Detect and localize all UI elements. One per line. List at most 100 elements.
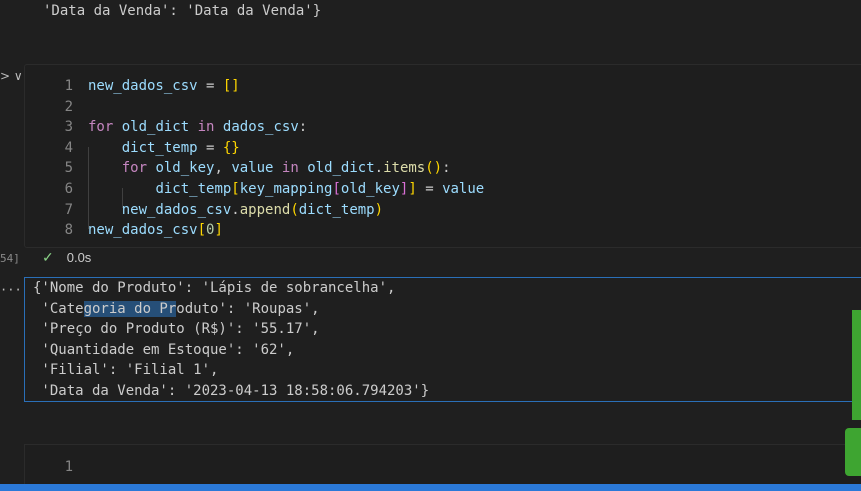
line-number: 3 xyxy=(64,119,73,136)
code-line[interactable]: 6 dict_temp[key_mapping[old_key]] = valu… xyxy=(25,179,861,200)
code-token: {} xyxy=(222,139,240,156)
code-token: dict_temp xyxy=(298,201,375,218)
code-token: = xyxy=(416,180,443,197)
code-line[interactable]: 3 for old_dict in dados_csv: xyxy=(25,117,861,138)
code-text: dict_temp[key_mapping[old_key]] = value xyxy=(88,179,484,200)
code-line[interactable]: 1 new_dados_csv = [] xyxy=(25,76,861,97)
code-token: : xyxy=(442,160,451,177)
code-token: ) xyxy=(374,201,384,218)
output-text: {'Nome do Produto': 'Lápis de sobrancelh… xyxy=(33,278,429,402)
next-code-cell[interactable]: 1 xyxy=(24,444,861,486)
code-token: value xyxy=(442,180,485,197)
output-segment: {'Nome do Produto': 'Lápis de sobrancelh… xyxy=(33,280,396,296)
code-text: new_dados_csv.append(dict_temp) xyxy=(88,200,383,221)
overlay-marker xyxy=(852,310,861,420)
code-token: ] xyxy=(214,222,223,239)
line-number: 7 xyxy=(64,201,73,218)
output-segment: 'Quantidade em Estoque': '62', xyxy=(33,341,295,358)
code-token: dados_csv xyxy=(222,119,299,136)
output-segment: 'Preço do Produto (R$)': '55.17', xyxy=(33,321,320,338)
cell-output[interactable]: {'Nome do Produto': 'Lápis de sobrancelh… xyxy=(24,277,861,402)
output-line: {'Nome do Produto': 'Lápis de sobrancelh… xyxy=(33,278,429,299)
previous-output-tail: 'Data da Venda': 'Data da Venda'} xyxy=(43,3,322,19)
code-token: . xyxy=(231,201,240,218)
code-token: () xyxy=(425,160,443,177)
output-segment: 'Data da Venda': '2023-04-13 18:58:06.79… xyxy=(33,382,430,399)
output-line: 'Quantidade em Estoque': '62', xyxy=(33,340,429,361)
code-token: old_key xyxy=(155,160,215,177)
code-text: for old_dict in dados_csv: xyxy=(88,117,307,138)
code-line[interactable]: 2 xyxy=(25,97,861,118)
execution-status: ✓ 0.0s xyxy=(42,248,91,266)
line-number: 4 xyxy=(64,139,73,156)
selected-text: goria do Pr xyxy=(83,300,177,317)
code-token: : xyxy=(298,119,308,136)
line-number: 6 xyxy=(64,180,73,197)
code-token: in xyxy=(197,119,215,136)
line-number: 1 xyxy=(64,78,73,94)
code-token: ] xyxy=(408,180,417,197)
overlay-marker xyxy=(845,428,861,476)
code-token: in xyxy=(281,160,299,177)
output-line: 'Filial': 'Filial 1', xyxy=(33,360,429,381)
code-token: append xyxy=(239,201,291,218)
execution-time: 0.0s xyxy=(66,249,92,265)
code-token: = xyxy=(197,78,223,94)
code-token: items xyxy=(383,160,426,177)
code-line[interactable]: 8 new_dados_csv[0] xyxy=(25,220,861,241)
output-menu-icon[interactable]: ··· xyxy=(0,280,22,301)
collapse-toggle-icon[interactable]: > ∨ xyxy=(0,66,23,87)
code-token: new_dados_csv xyxy=(121,201,232,218)
code-token: [ xyxy=(197,222,207,239)
code-token: = xyxy=(197,139,223,156)
code-token: value xyxy=(231,160,274,177)
status-bar xyxy=(0,484,861,491)
code-text: new_dados_csv[0] xyxy=(88,220,223,241)
code-token: old_key xyxy=(340,180,400,197)
output-segment: 'Cate xyxy=(33,300,84,317)
code-token: old_dict xyxy=(121,119,190,136)
code-token: new_dados_csv xyxy=(88,78,198,94)
line-number: 5 xyxy=(64,160,73,177)
code-editor[interactable]: 1 new_dados_csv = [] 2 3 for old_dict in dad… xyxy=(25,76,861,241)
code-token: old_dict xyxy=(307,160,375,177)
code-line[interactable]: 5 for old_key, value in old_dict.items()… xyxy=(25,158,861,179)
code-line[interactable]: 4 dict_temp = {} xyxy=(25,138,861,159)
code-text: new_dados_csv = [] xyxy=(88,76,240,97)
line-number: 1 xyxy=(64,459,73,475)
code-token: . xyxy=(374,160,384,177)
code-token: [ xyxy=(332,180,341,197)
line-number: 8 xyxy=(64,222,73,239)
output-segment: 'Filial': 'Filial 1', xyxy=(33,362,219,379)
code-text: dict_temp = {} xyxy=(88,138,240,159)
code-line[interactable]: 7 new_dados_csv.append(dict_temp) xyxy=(25,200,861,221)
code-token: for xyxy=(121,160,148,177)
output-line: 'Data da Venda': '2023-04-13 18:58:06.79… xyxy=(33,381,429,402)
code-token: [ xyxy=(231,180,240,197)
code-text: for old_key, value in old_dict.items(): xyxy=(88,158,451,179)
output-segment: oduto': 'Roupas', xyxy=(176,300,320,317)
code-cell[interactable]: 1 new_dados_csv = [] 2 3 for old_dict in dad… xyxy=(24,64,861,248)
code-token: [] xyxy=(222,78,240,94)
code-token: dict_temp xyxy=(155,180,232,197)
line-number: 2 xyxy=(64,98,73,115)
code-token: for xyxy=(88,119,114,136)
code-token: key_mapping xyxy=(239,180,333,197)
success-check-icon: ✓ xyxy=(42,248,54,265)
code-token: , xyxy=(214,160,232,177)
code-token: ( xyxy=(290,201,299,218)
code-token: dict_temp xyxy=(121,139,198,156)
code-token: new_dados_csv xyxy=(88,222,198,239)
output-line: 'Categoria do Produto': 'Roupas', xyxy=(33,299,429,320)
execution-count: 54] xyxy=(0,252,20,265)
output-line: 'Preço do Produto (R$)': '55.17', xyxy=(33,319,429,340)
